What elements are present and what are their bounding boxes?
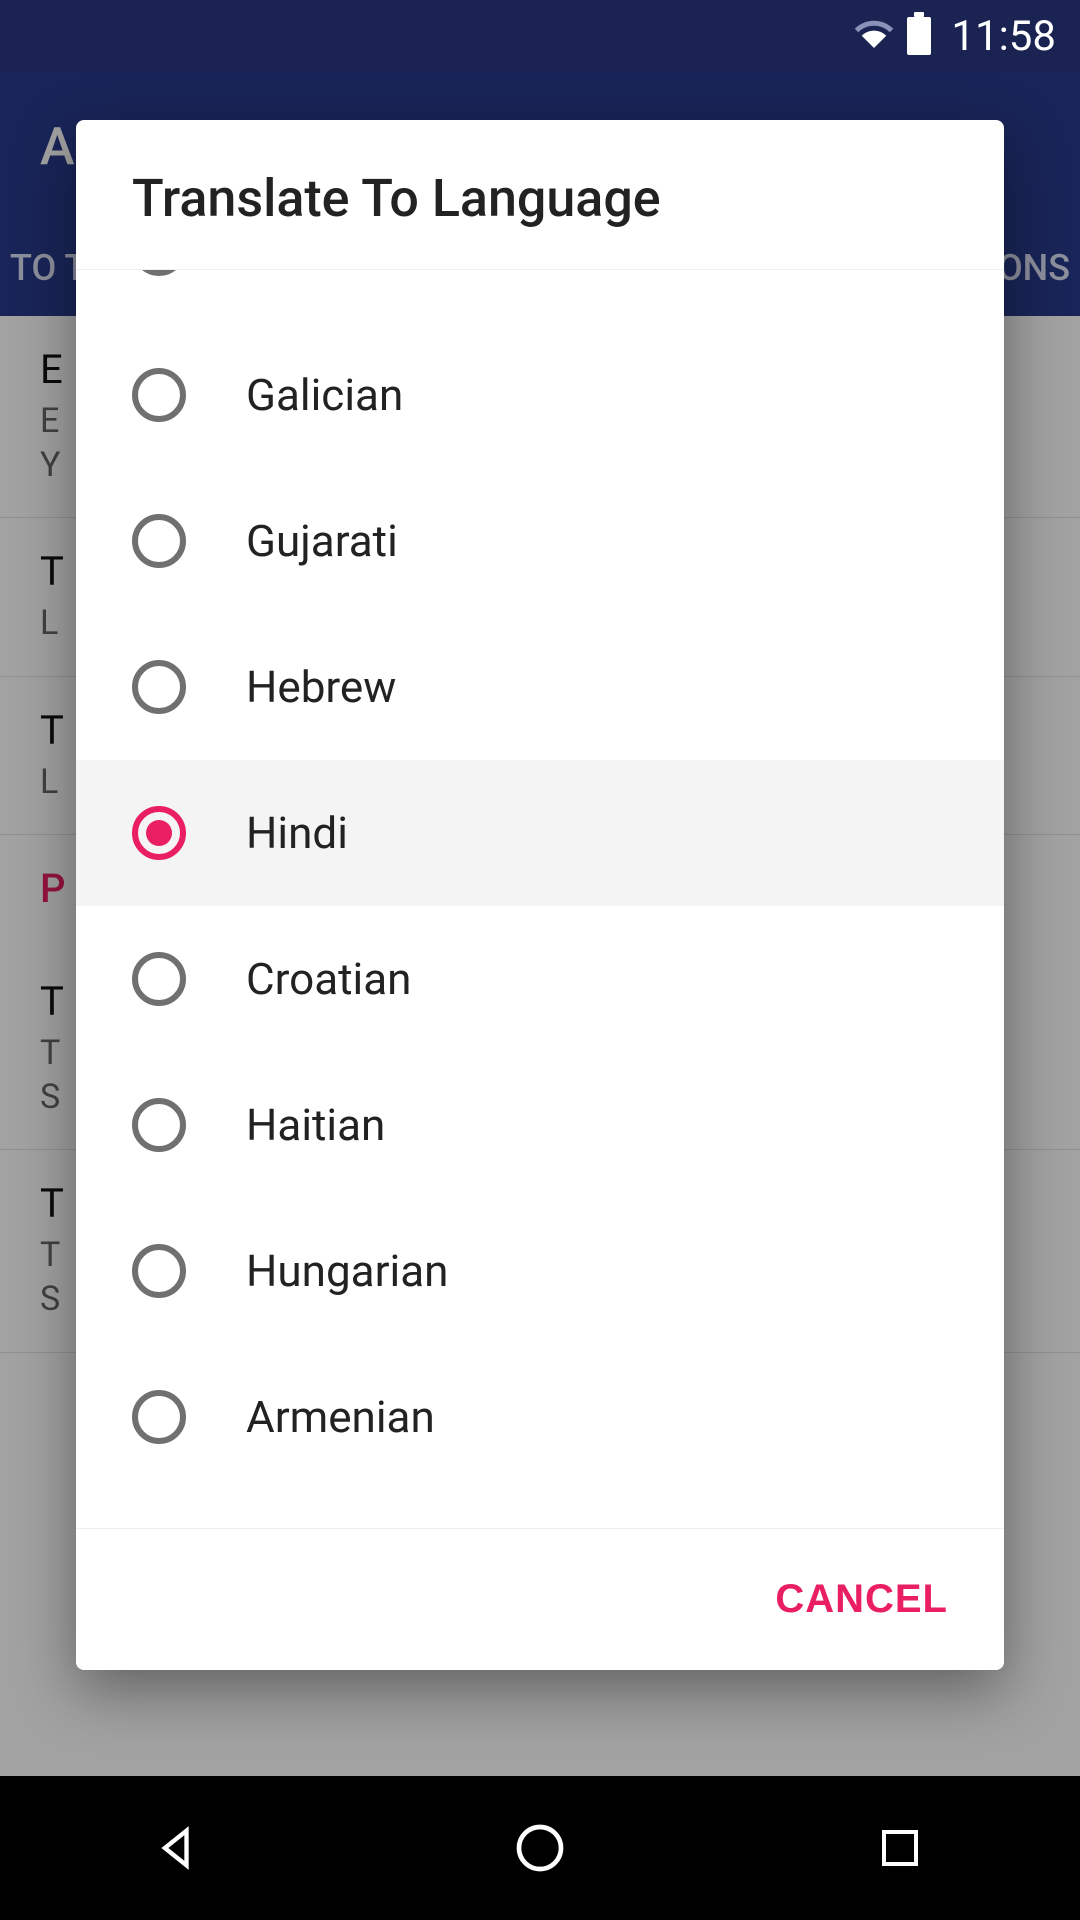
radio-icon bbox=[132, 1244, 186, 1298]
language-option-hindi[interactable]: Hindi bbox=[76, 760, 1004, 906]
radio-icon bbox=[132, 952, 186, 1006]
language-label: Hindi bbox=[246, 807, 348, 859]
home-button[interactable] bbox=[504, 1812, 576, 1884]
language-label: Croatian bbox=[246, 953, 411, 1005]
status-bar: 11:58 bbox=[0, 0, 1080, 72]
dialog-title: Translate To Language bbox=[76, 120, 1004, 270]
language-label: Hungarian bbox=[246, 1245, 448, 1297]
language-option-gujarati[interactable]: Gujarati bbox=[76, 468, 1004, 614]
language-option-hebrew[interactable]: Hebrew bbox=[76, 614, 1004, 760]
language-option-armenian[interactable]: Armenian bbox=[76, 1344, 1004, 1490]
language-option-croatian[interactable]: Croatian bbox=[76, 906, 1004, 1052]
radio-icon bbox=[132, 1098, 186, 1152]
dialog-options-list[interactable]: Scottish Gaelic Galician Gujarati Hebrew… bbox=[76, 270, 1004, 1528]
language-option-galician[interactable]: Galician bbox=[76, 322, 1004, 468]
language-option-haitian[interactable]: Haitian bbox=[76, 1052, 1004, 1198]
cancel-button[interactable]: CANCEL bbox=[775, 1577, 948, 1622]
language-label: Haitian bbox=[246, 1099, 385, 1151]
language-label: Gujarati bbox=[246, 515, 398, 567]
radio-icon bbox=[132, 368, 186, 422]
language-option-hungarian[interactable]: Hungarian bbox=[76, 1198, 1004, 1344]
translate-language-dialog: Translate To Language Scottish Gaelic Ga… bbox=[76, 120, 1004, 1670]
language-label: Galician bbox=[246, 369, 403, 421]
back-button[interactable] bbox=[144, 1812, 216, 1884]
radio-icon bbox=[132, 514, 186, 568]
battery-icon bbox=[907, 17, 931, 55]
wifi-icon bbox=[853, 13, 895, 59]
radio-icon bbox=[132, 1390, 186, 1444]
navigation-bar bbox=[0, 1776, 1080, 1920]
language-option-scottish-gaelic[interactable]: Scottish Gaelic bbox=[76, 270, 1004, 322]
dialog-footer: CANCEL bbox=[76, 1528, 1004, 1670]
radio-icon bbox=[132, 270, 186, 276]
language-option-indonesian[interactable]: Indonesian bbox=[76, 1490, 1004, 1528]
radio-icon bbox=[132, 806, 186, 860]
language-label: Hebrew bbox=[246, 661, 396, 713]
radio-icon bbox=[132, 660, 186, 714]
language-label: Scottish Gaelic bbox=[246, 270, 539, 275]
recent-apps-button[interactable] bbox=[864, 1812, 936, 1884]
language-label: Armenian bbox=[246, 1391, 435, 1443]
status-time: 11:58 bbox=[951, 12, 1056, 61]
